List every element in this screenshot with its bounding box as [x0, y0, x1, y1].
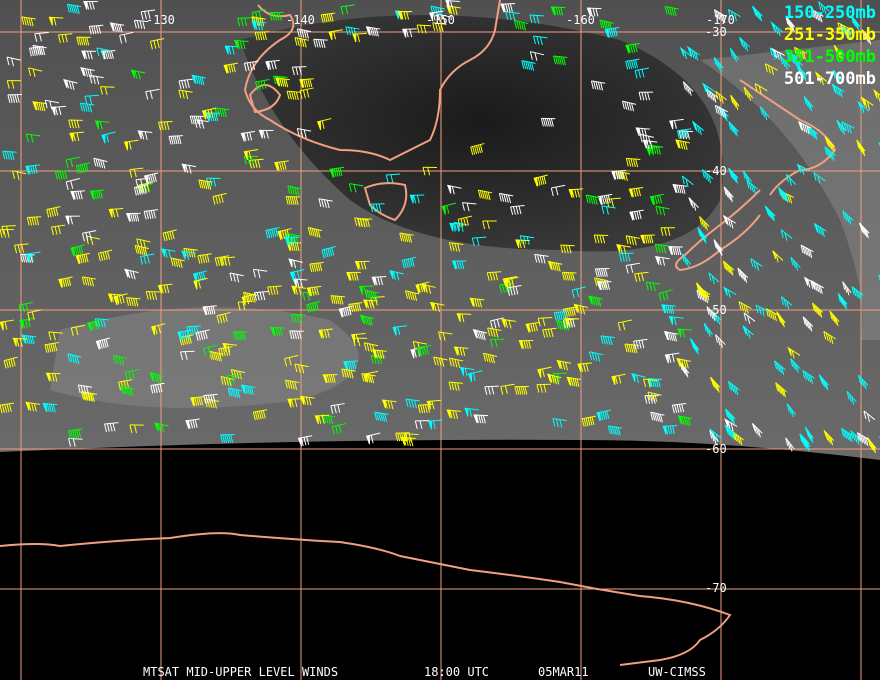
source-label: UW-CIMSS: [648, 665, 706, 679]
legend-item-150-250: 150-250mb: [783, 3, 876, 23]
water-vapor-image: [0, 0, 880, 680]
legend-item-351-500: 351-500mb: [783, 47, 876, 67]
satellite-wind-map: 150-250mb 251-350mb 351-500mb 501-700mb …: [0, 0, 880, 680]
latitude-label: -40: [705, 164, 727, 178]
latitude-label: -50: [705, 303, 727, 317]
longitude-label: -130: [146, 13, 175, 27]
longitude-label: -150: [426, 13, 455, 27]
antarctica-coast: [0, 532, 732, 666]
latitude-label: -70: [705, 581, 727, 595]
legend-item-251-350: 251-350mb: [783, 25, 876, 45]
longitude-label: -160: [566, 13, 595, 27]
longitude-label: -140: [286, 13, 315, 27]
latitude-label: -60: [705, 442, 727, 456]
footer: MTSAT MID-UPPER LEVEL WINDS 18:00 UTC 05…: [0, 664, 880, 680]
time-label: 18:00 UTC: [424, 665, 490, 679]
latitude-label: -30: [705, 25, 727, 39]
product-title: MTSAT MID-UPPER LEVEL WINDS: [143, 665, 339, 679]
date-label: 05MAR11: [538, 665, 589, 679]
legend-item-501-700: 501-700mb: [783, 69, 876, 89]
wind-barb: [400, 436, 416, 447]
